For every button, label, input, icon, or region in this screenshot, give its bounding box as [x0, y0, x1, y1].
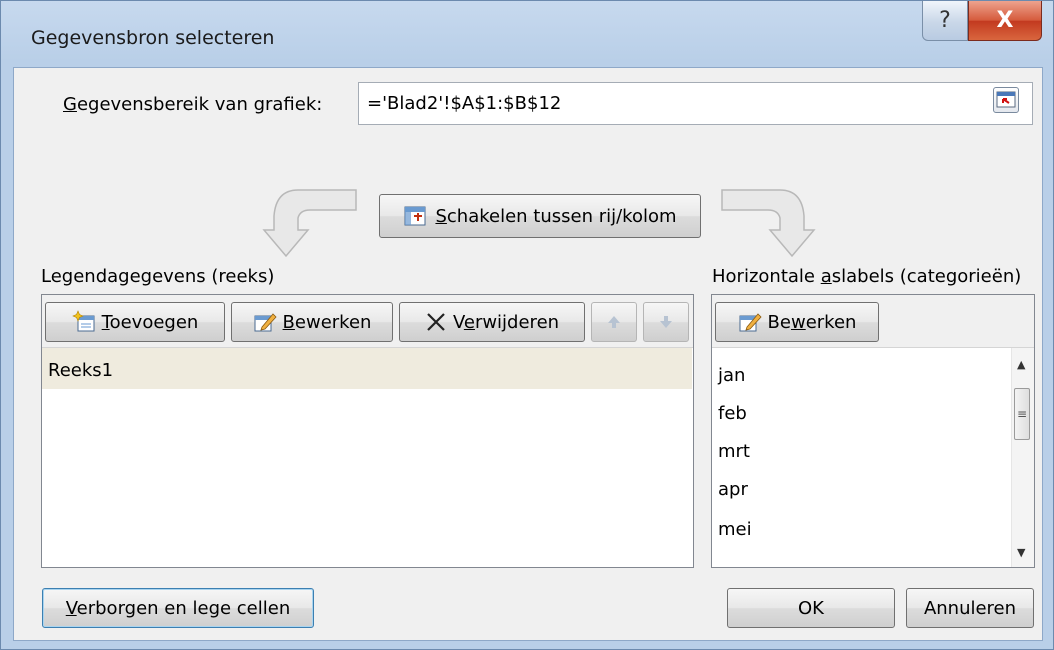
- help-icon: ?: [939, 8, 951, 33]
- scroll-thumb[interactable]: ≡: [1014, 388, 1030, 440]
- move-down-icon: [660, 316, 672, 328]
- list-item: mei: [718, 519, 752, 540]
- add-series-button[interactable]: Toevoegen: [45, 302, 225, 342]
- legend-toolbar: Toevoegen Bewerken Verwijderen: [42, 295, 693, 348]
- title-bar: Gegevensbron selecteren ? X: [1, 1, 1053, 67]
- cancel-label: Annuleren: [923, 597, 1017, 619]
- legend-entries-heading: Legendagegevens (reeks): [41, 266, 275, 287]
- list-item: apr: [718, 479, 748, 500]
- list-item[interactable]: Reeks1: [42, 348, 692, 389]
- chart-range-input[interactable]: ='Blad2'!$A$1:$B$12: [358, 82, 1033, 125]
- right-curved-arrow-icon: [721, 189, 816, 258]
- edit-axis-labels-label: Bewerken: [767, 311, 857, 333]
- move-up-button[interactable]: [591, 302, 637, 342]
- left-curved-arrow-icon: [262, 189, 357, 258]
- cancel-button[interactable]: Annuleren: [906, 588, 1034, 628]
- edit-axis-labels-button[interactable]: Bewerken: [715, 302, 879, 342]
- ok-button[interactable]: OK: [727, 588, 895, 628]
- scroll-down-icon[interactable]: ▼: [1017, 546, 1025, 559]
- edit-series-button[interactable]: Bewerken: [231, 302, 393, 342]
- list-item: feb: [718, 403, 747, 424]
- move-down-button[interactable]: [643, 302, 689, 342]
- move-up-icon: [608, 316, 620, 328]
- range-collapse-icon: [996, 91, 1016, 108]
- switch-button-label: Schakelen tussen rij/kolom: [435, 205, 677, 227]
- hidden-empty-cells-button[interactable]: Verborgen en lege cellen: [42, 588, 314, 628]
- dialog-body: Gegevensbereik van grafiek: ='Blad2'!$A$…: [13, 67, 1043, 641]
- axis-labels-heading: Horizontale aslabels (categorieën): [712, 266, 1022, 287]
- help-button[interactable]: ?: [922, 1, 968, 41]
- list-item: jan: [718, 365, 746, 386]
- legend-entries-panel: Toevoegen Bewerken Verwijderen Reeks1: [41, 294, 694, 568]
- remove-series-label: Verwijderen: [452, 311, 560, 333]
- dialog-title: Gegevensbron selecteren: [31, 27, 275, 49]
- range-label: Gegevensbereik van grafiek:: [63, 94, 323, 115]
- series-name: Reeks1: [48, 360, 114, 381]
- axis-labels-toolbar: Bewerken: [712, 295, 1034, 348]
- close-button[interactable]: X: [968, 1, 1042, 41]
- axis-labels-panel: Bewerken jan feb mrt apr mei ▲ ≡ ▼: [711, 294, 1035, 568]
- vertical-scrollbar[interactable]: ▲ ≡ ▼: [1011, 348, 1034, 567]
- range-collapse-button[interactable]: [993, 87, 1019, 113]
- close-icon: X: [996, 8, 1014, 33]
- edit-pencil-icon: [739, 313, 762, 332]
- list-item: mrt: [718, 441, 750, 462]
- edit-pencil-icon: [254, 313, 277, 332]
- add-series-label: Toevoegen: [101, 311, 199, 333]
- remove-series-button[interactable]: Verwijderen: [399, 302, 585, 342]
- dialog-window: Gegevensbron selecteren ? X Gegevensbere…: [0, 0, 1054, 650]
- hidden-empty-cells-label: Verborgen en lege cellen: [65, 597, 291, 619]
- switch-row-column-button[interactable]: Schakelen tussen rij/kolom: [379, 194, 701, 238]
- switch-rows-columns-icon: [404, 206, 426, 226]
- add-series-icon: [71, 310, 95, 332]
- ok-label: OK: [798, 597, 824, 619]
- chart-range-value: ='Blad2'!$A$1:$B$12: [367, 93, 562, 114]
- delete-x-icon: [427, 313, 445, 331]
- scroll-up-icon[interactable]: ▲: [1017, 358, 1025, 371]
- edit-series-label: Bewerken: [282, 311, 372, 333]
